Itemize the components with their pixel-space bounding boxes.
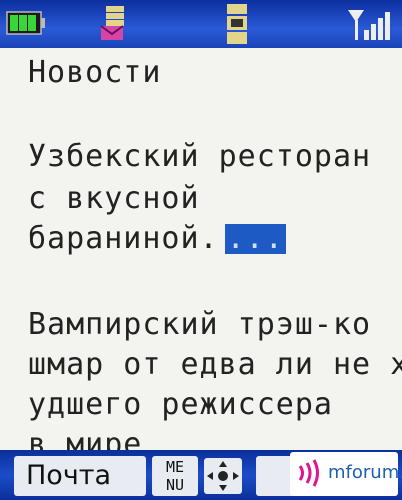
news-item-2-line-3[interactable]: удшего режиссера — [28, 390, 333, 420]
menu-softkey[interactable]: ME NU — [152, 456, 198, 496]
page-title: Новости — [28, 55, 162, 90]
signal-icon — [348, 10, 390, 40]
menu-label-bottom: NU — [165, 476, 185, 494]
more-link[interactable]: ... — [224, 224, 286, 254]
news-item-1-line-2[interactable]: с вкусной — [28, 184, 200, 214]
news-item-2-line-4[interactable]: в мире — [28, 430, 142, 451]
memory-card-icon — [227, 4, 247, 44]
mail-softkey[interactable]: Почта — [14, 456, 146, 496]
status-bar — [0, 0, 402, 48]
navigation-key-icon[interactable] — [204, 458, 242, 494]
battery-icon — [6, 11, 45, 35]
phone-screen: Новости Узбекский ресторан с вкусной бар… — [0, 0, 402, 500]
news-item-1-text[interactable]: бараниной. — [28, 221, 219, 256]
menu-label-top: ME — [165, 458, 185, 476]
watermark-logo-icon — [298, 459, 319, 487]
message-icon — [100, 6, 124, 40]
news-item-2-line-2[interactable]: шмар от едва ли не х — [28, 350, 402, 380]
news-item-1-line-1[interactable]: Узбекский ресторан — [28, 142, 371, 172]
news-item-1-line-3[interactable]: бараниной.... — [28, 224, 286, 254]
news-content: Новости Узбекский ресторан с вкусной бар… — [0, 48, 402, 450]
watermark-text: mforum.ru — [328, 462, 402, 483]
news-item-2-line-1[interactable]: Вампирский трэш-ко — [28, 310, 371, 340]
